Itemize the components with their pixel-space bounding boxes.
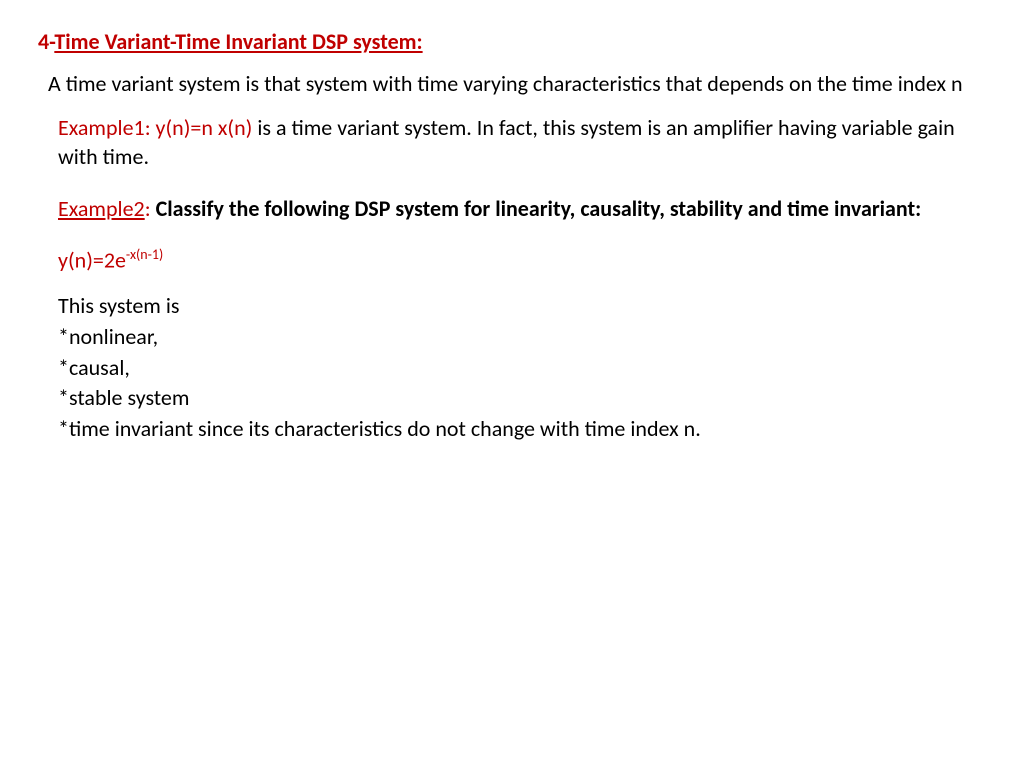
example2-colon: : [145, 195, 156, 222]
example2-block: Example2: Classify the following DSP sys… [58, 194, 986, 224]
heading-title: Time Variant-Time Invariant DSP system: [54, 28, 422, 55]
heading-number: 4- [38, 28, 54, 55]
example2-question: Classify the following DSP system for li… [156, 195, 922, 222]
answer-line-5: *time invariant since its characteristic… [58, 414, 986, 445]
answer-line-3: *causal, [58, 353, 986, 384]
section-heading: 4-Time Variant-Time Invariant DSP system… [38, 28, 986, 55]
formula-base: y(n)=2e [58, 246, 126, 273]
answer-line-4: *stable system [58, 383, 986, 414]
example1-block: Example1: y(n)=n x(n) is a time variant … [58, 113, 986, 172]
example1-label: Example1: y(n)=n x(n) [58, 114, 257, 141]
intro-paragraph: A time variant system is that system wit… [48, 69, 986, 99]
answer-block: This system is *nonlinear, *causal, *sta… [58, 291, 986, 445]
answer-line-1: This system is [58, 291, 986, 322]
slide-content: 4-Time Variant-Time Invariant DSP system… [0, 0, 1024, 473]
formula-exponent: -x(n-1) [126, 246, 163, 263]
example2-label: Example2 [58, 195, 145, 222]
formula: y(n)=2e-x(n-1) [58, 246, 986, 273]
answer-line-2: *nonlinear, [58, 322, 986, 353]
